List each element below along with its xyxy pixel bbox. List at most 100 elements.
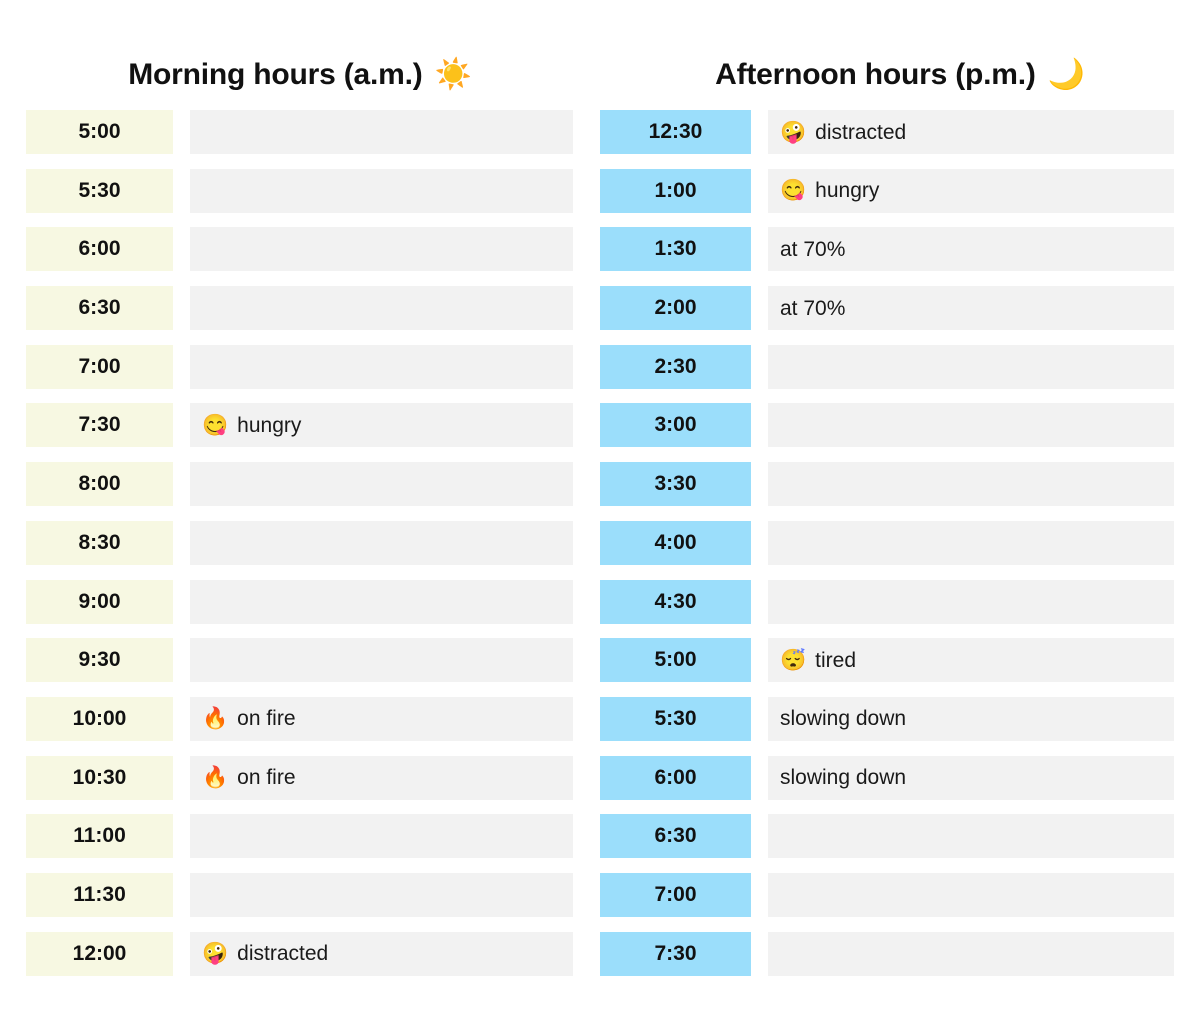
- energy-note-cell[interactable]: slowing down: [768, 755, 1174, 800]
- energy-note-cell[interactable]: 😴 tired: [768, 638, 1174, 683]
- morning-column: 5:00 5:30 6:00 6:30 7:00 7:30 😋 hungry 8:00 8:30 9…: [0, 110, 600, 990]
- time-slot-label[interactable]: 11:30: [26, 872, 173, 917]
- cell-gap: [173, 403, 190, 447]
- energy-note-cell[interactable]: [768, 520, 1174, 565]
- energy-note-label: hungry: [237, 413, 302, 437]
- time-slot-label[interactable]: 4:30: [600, 579, 751, 624]
- time-slot-label[interactable]: 1:00: [600, 168, 751, 213]
- schedule-row: 12:00 🤪 distracted: [26, 931, 573, 976]
- time-slot-label[interactable]: 12:30: [600, 110, 751, 154]
- cell-gap: [173, 873, 190, 917]
- schedule-row: 11:30: [26, 872, 573, 917]
- cell-gap: [751, 462, 768, 506]
- energy-note-cell[interactable]: [190, 344, 573, 389]
- time-slot-label[interactable]: 5:30: [26, 168, 173, 213]
- time-slot-label[interactable]: 10:30: [26, 755, 173, 800]
- afternoon-header: Afternoon hours (p.m.) 🌙: [600, 0, 1200, 110]
- energy-note-cell[interactable]: [768, 931, 1174, 976]
- energy-note-cell[interactable]: [190, 520, 573, 565]
- energy-note-cell[interactable]: [768, 462, 1174, 507]
- energy-note-cell[interactable]: [190, 638, 573, 683]
- time-slot-label[interactable]: 9:00: [26, 579, 173, 624]
- energy-note-cell[interactable]: [768, 403, 1174, 448]
- time-slot-label[interactable]: 6:00: [26, 227, 173, 272]
- energy-note-cell[interactable]: 🤪 distracted: [768, 110, 1174, 154]
- energy-note-label: tired: [815, 648, 857, 672]
- cell-gap: [173, 521, 190, 565]
- cell-gap: [751, 403, 768, 447]
- energy-note-label: distracted: [815, 120, 907, 144]
- time-slot-label[interactable]: 5:00: [26, 110, 173, 154]
- mood-emoji-icon: 🔥: [202, 766, 229, 790]
- time-slot-label[interactable]: 12:00: [26, 931, 173, 976]
- time-slot-label[interactable]: 6:30: [600, 814, 751, 859]
- schedule-row: 7:30: [600, 931, 1174, 976]
- time-slot-label[interactable]: 7:00: [26, 344, 173, 389]
- morning-header-label: Morning hours (a.m.): [128, 58, 423, 91]
- schedule-row: 9:30: [26, 638, 573, 683]
- energy-note-cell[interactable]: [768, 579, 1174, 624]
- cell-gap: [751, 697, 768, 741]
- time-slot-label[interactable]: 8:00: [26, 462, 173, 507]
- energy-note-cell[interactable]: [768, 814, 1174, 859]
- time-slot-label[interactable]: 7:30: [26, 403, 173, 448]
- time-slot-label[interactable]: 3:00: [600, 403, 751, 448]
- energy-note-cell[interactable]: 🔥 on fire: [190, 696, 573, 741]
- mood-emoji-icon: 😋: [202, 413, 229, 437]
- cell-gap: [173, 697, 190, 741]
- cell-gap: [173, 580, 190, 624]
- time-slot-label[interactable]: 3:30: [600, 462, 751, 507]
- energy-note-cell[interactable]: 🔥 on fire: [190, 755, 573, 800]
- energy-note-cell[interactable]: at 70%: [768, 286, 1174, 331]
- schedule-row: 5:30: [26, 168, 573, 213]
- energy-note-cell[interactable]: at 70%: [768, 227, 1174, 272]
- schedule-row: 6:30: [26, 286, 573, 331]
- energy-note-cell[interactable]: [190, 168, 573, 213]
- schedule-row: 3:30: [600, 462, 1174, 507]
- cell-gap: [173, 227, 190, 271]
- time-slot-label[interactable]: 1:30: [600, 227, 751, 272]
- time-slot-label[interactable]: 11:00: [26, 814, 173, 859]
- energy-note-cell[interactable]: [768, 872, 1174, 917]
- energy-note-cell[interactable]: [190, 462, 573, 507]
- time-slot-label[interactable]: 6:00: [600, 755, 751, 800]
- time-slot-label[interactable]: 6:30: [26, 286, 173, 331]
- energy-note-cell[interactable]: [190, 814, 573, 859]
- schedule-row: 8:00: [26, 462, 573, 507]
- energy-note-label: distracted: [237, 942, 329, 966]
- energy-note-cell[interactable]: [190, 872, 573, 917]
- time-slot-label[interactable]: 10:00: [26, 696, 173, 741]
- afternoon-header-label: Afternoon hours (p.m.): [715, 58, 1036, 91]
- energy-note-cell[interactable]: [190, 227, 573, 272]
- time-slot-label[interactable]: 5:30: [600, 696, 751, 741]
- afternoon-column: 12:30 🤪 distracted 1:00 😋 hungry 1:30 at 70% 2:0…: [600, 110, 1200, 990]
- time-slot-label[interactable]: 8:30: [26, 520, 173, 565]
- time-slot-label[interactable]: 5:00: [600, 638, 751, 683]
- schedule-row: 1:00 😋 hungry: [600, 168, 1174, 213]
- time-slot-label[interactable]: 7:30: [600, 931, 751, 976]
- cell-gap: [173, 110, 190, 154]
- energy-note-cell[interactable]: [190, 286, 573, 331]
- cell-gap: [751, 638, 768, 682]
- schedule-row: 4:30: [600, 579, 1174, 624]
- energy-note-cell[interactable]: 🤪 distracted: [190, 931, 573, 976]
- energy-note-cell[interactable]: 😋 hungry: [190, 403, 573, 448]
- schedule-columns: 5:00 5:30 6:00 6:30 7:00 7:30 😋 hungry 8:00 8:30 9…: [0, 110, 1200, 990]
- energy-note-cell[interactable]: [768, 344, 1174, 389]
- crescent-moon-icon: 🌙: [1047, 58, 1085, 91]
- time-slot-label[interactable]: 9:30: [26, 638, 173, 683]
- energy-note-cell[interactable]: slowing down: [768, 696, 1174, 741]
- energy-note-cell[interactable]: 😋 hungry: [768, 168, 1174, 213]
- time-slot-label[interactable]: 7:00: [600, 872, 751, 917]
- cell-gap: [751, 580, 768, 624]
- energy-note-cell[interactable]: [190, 579, 573, 624]
- schedule-row: 9:00: [26, 579, 573, 624]
- cell-gap: [173, 814, 190, 858]
- cell-gap: [751, 873, 768, 917]
- time-slot-label[interactable]: 2:00: [600, 286, 751, 331]
- time-slot-label[interactable]: 2:30: [600, 344, 751, 389]
- schedule-row: 5:00: [26, 110, 573, 154]
- energy-note-cell[interactable]: [190, 110, 573, 154]
- cell-gap: [173, 345, 190, 389]
- time-slot-label[interactable]: 4:00: [600, 520, 751, 565]
